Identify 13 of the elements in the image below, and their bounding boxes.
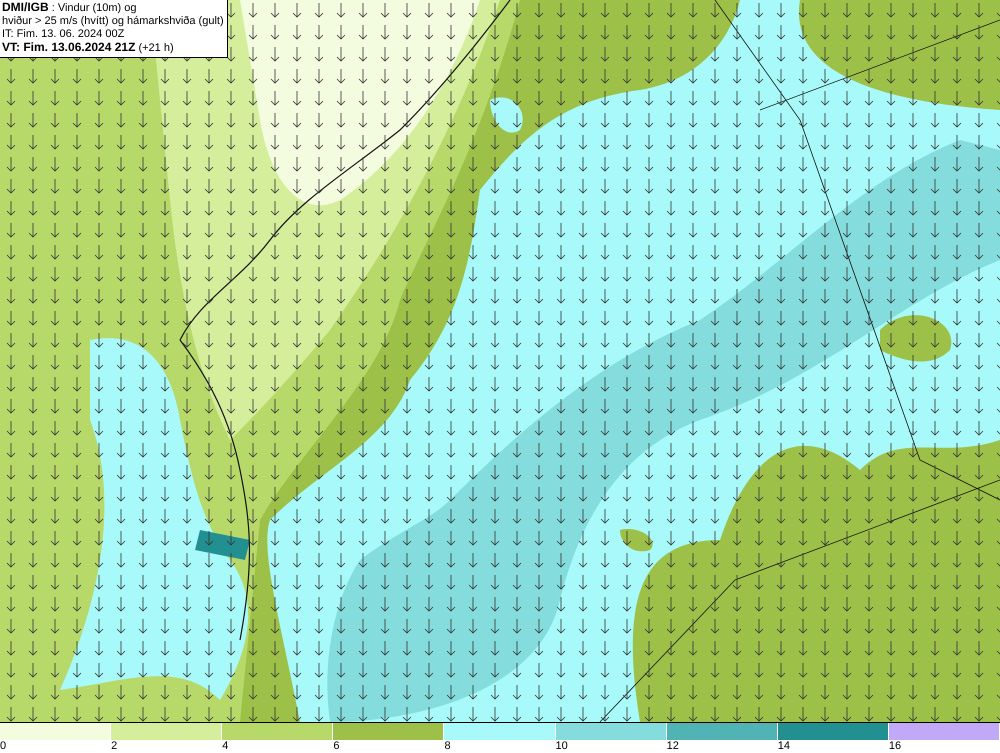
legend-tick-label: 6 xyxy=(333,740,340,753)
info-line: hviður > 25 m/s (hvítt) og hámarkshviða (gult) xyxy=(2,15,224,28)
legend-tick-label: 2 xyxy=(111,740,118,753)
legend-tick-label: 8 xyxy=(444,740,451,753)
legend-tick-label: 4 xyxy=(222,740,228,753)
info-line: DMI/IGB : Vindur (10m) og xyxy=(2,1,138,15)
legend-tick-label: 14 xyxy=(778,740,790,753)
legend-tick-label: 10 xyxy=(556,740,568,753)
info-line: VT: Fim. 13.06.2024 21Z (+21 h) xyxy=(2,41,175,55)
info-line: IT: Fim. 13. 06. 2024 00Z xyxy=(2,28,126,41)
legend-tick-label: 12 xyxy=(666,740,679,753)
legend-tick-label: 16 xyxy=(888,740,902,753)
legend-tick-label: 0 xyxy=(0,740,6,753)
